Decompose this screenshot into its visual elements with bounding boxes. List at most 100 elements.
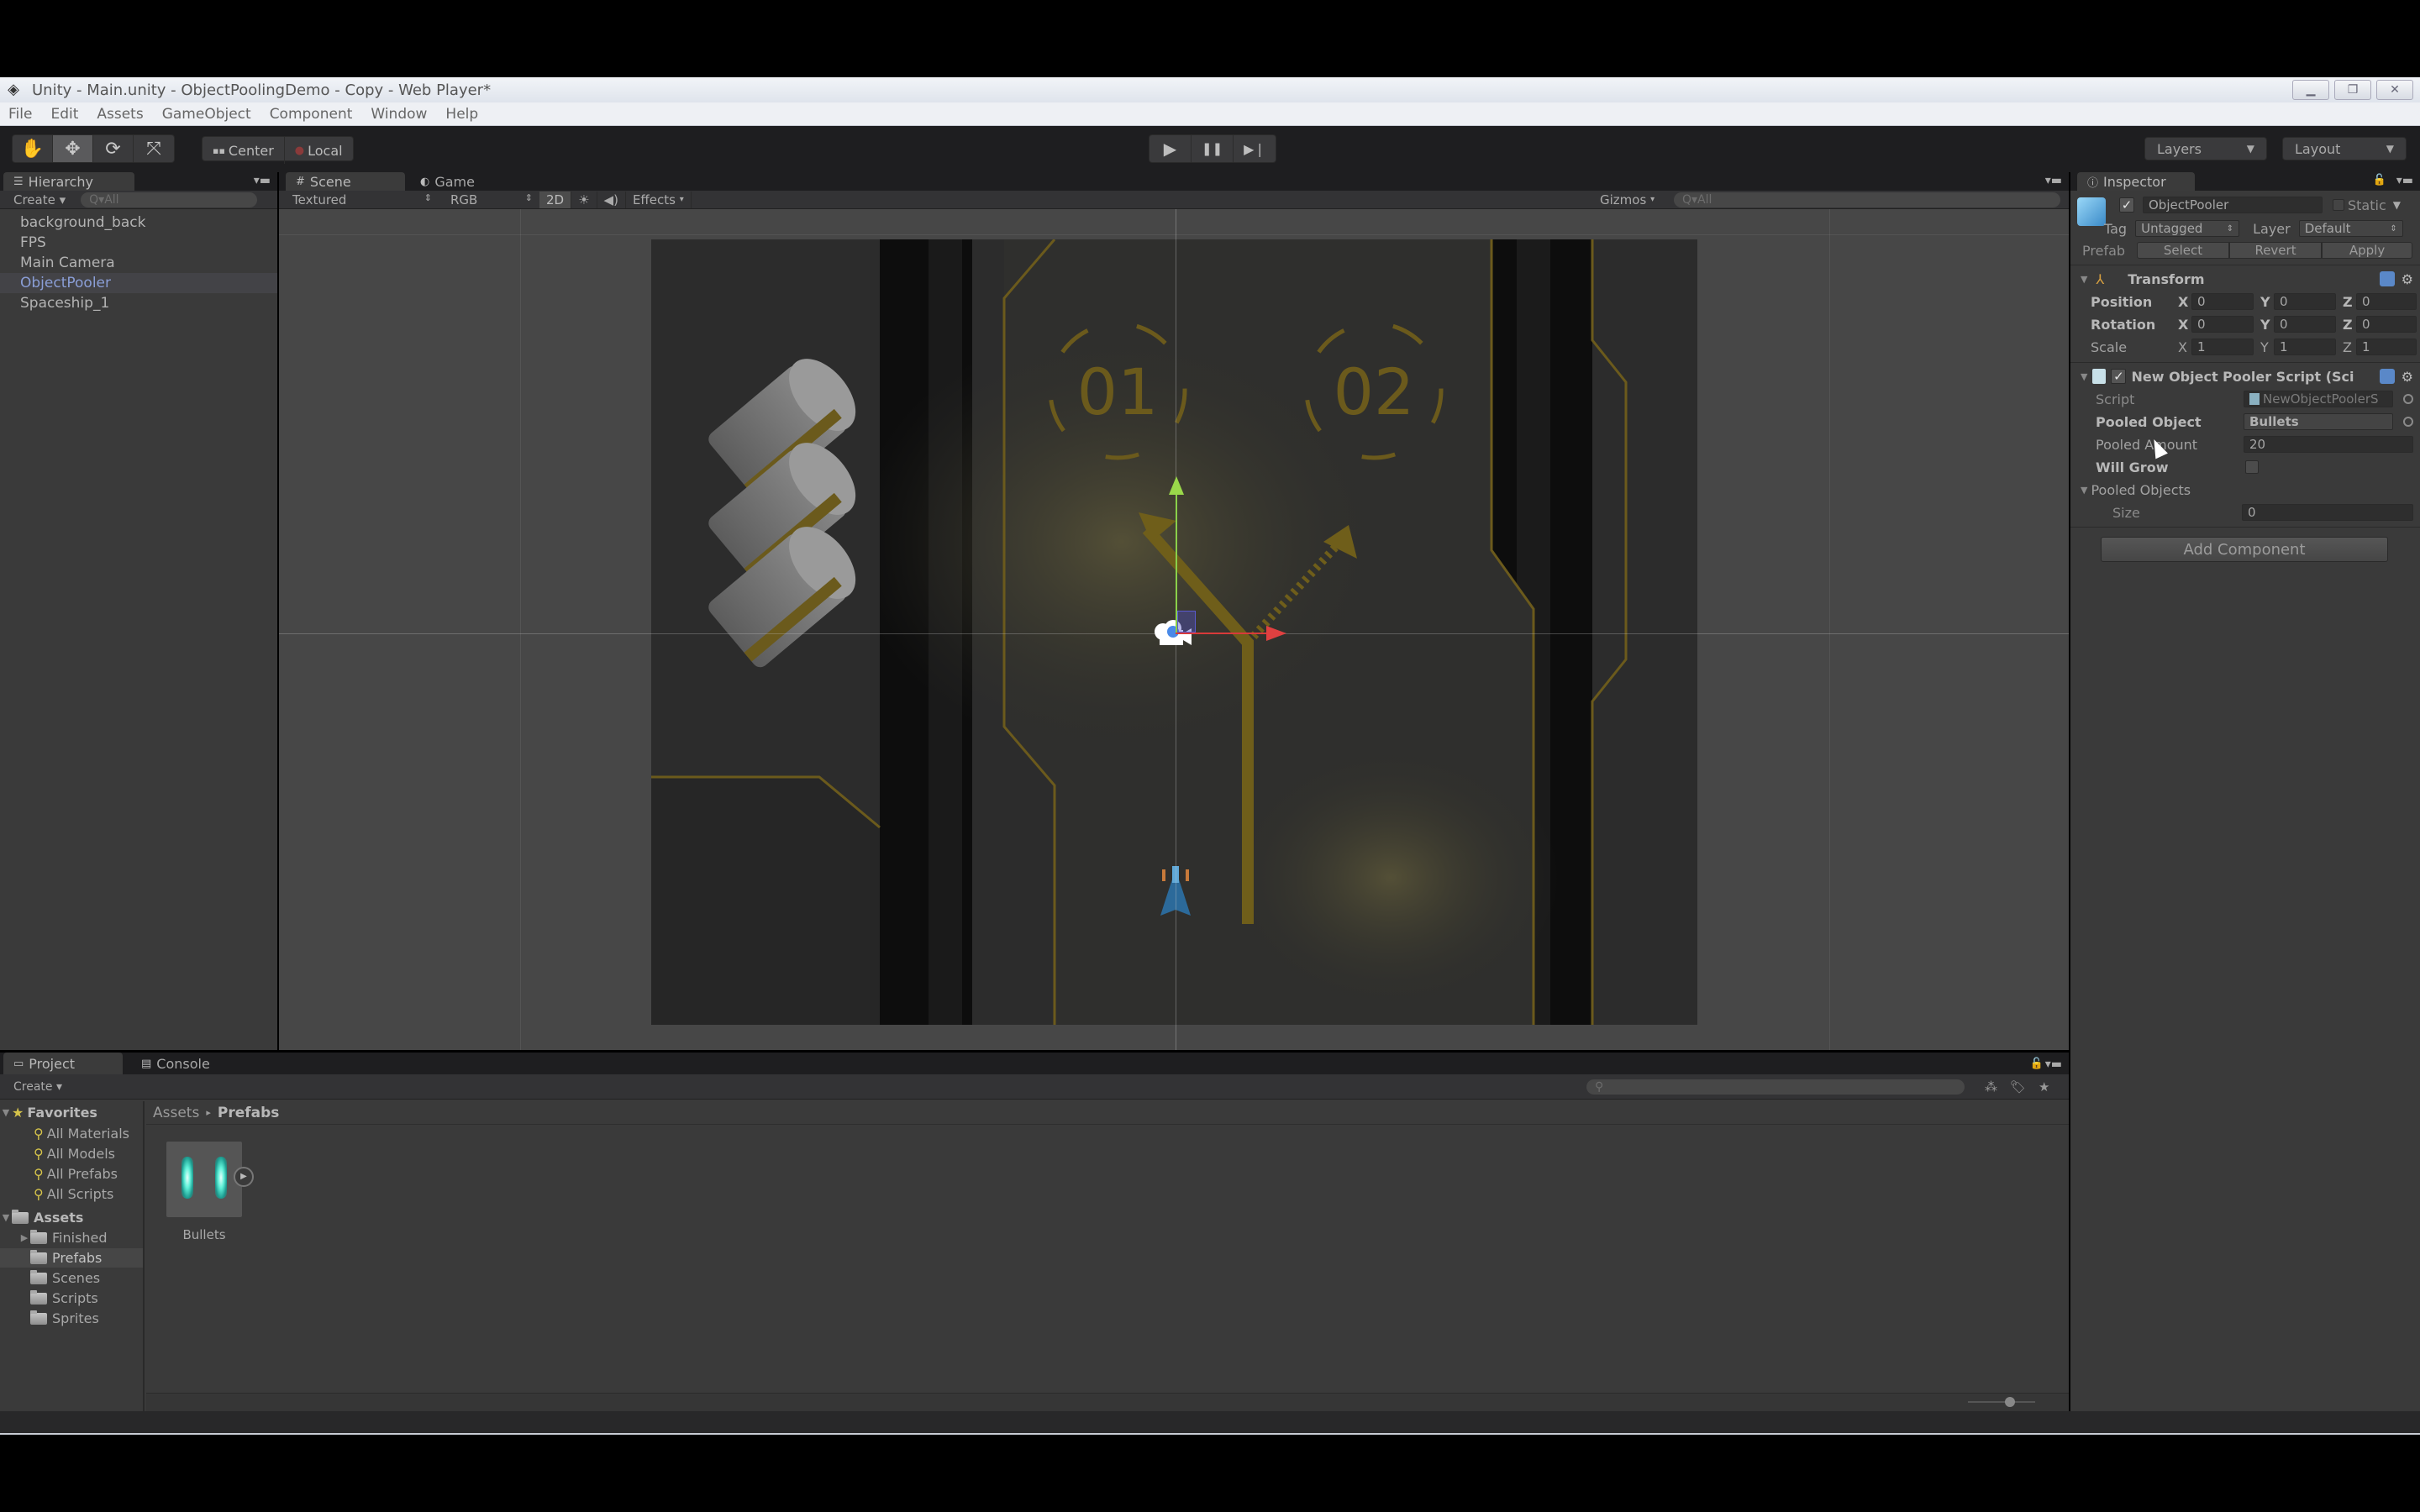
project-search-input[interactable]: ⚲ xyxy=(1586,1079,1965,1095)
add-component-button[interactable]: Add Component xyxy=(2101,537,2388,562)
transform-field-y[interactable]: 0 xyxy=(2274,316,2336,333)
foldout-triangle-icon[interactable]: ▼ xyxy=(0,1212,12,1223)
panel-menu-icon[interactable]: ▾▬ xyxy=(2045,1058,2062,1071)
menu-gameobject[interactable]: GameObject xyxy=(162,106,251,123)
hand-tool-button[interactable]: ✋ xyxy=(13,135,53,162)
menu-component[interactable]: Component xyxy=(270,106,353,123)
search-by-type-icon[interactable]: ⁂ xyxy=(1985,1079,1997,1095)
move-handle-x[interactable] xyxy=(1176,633,1268,634)
effects-dropdown[interactable]: Effects ▾ xyxy=(626,191,692,208)
transform-field-z[interactable]: 1 xyxy=(2356,339,2417,355)
foldout-triangle-icon[interactable]: ▶ xyxy=(18,1232,30,1243)
render-mode-dropdown[interactable]: Textured ⇕ xyxy=(279,192,439,207)
transform-field-x[interactable]: 0 xyxy=(2191,316,2254,333)
transform-header[interactable]: ▼ ⅄ Transform ⚙ xyxy=(2070,268,2420,290)
scale-tool-button[interactable]: ⤧ xyxy=(134,135,174,162)
script-enabled-checkbox[interactable]: ✓ xyxy=(2111,369,2127,384)
gizmos-dropdown[interactable]: Gizmos ▾ xyxy=(1600,192,1655,207)
hierarchy-item[interactable]: Main Camera xyxy=(0,253,277,273)
transform-field-z[interactable]: 0 xyxy=(2356,293,2417,310)
hierarchy-search-input[interactable]: Q▾All xyxy=(81,192,258,207)
layer-dropdown[interactable]: Default ⇕ xyxy=(2298,220,2403,237)
arrow-up-icon[interactable] xyxy=(1169,476,1184,495)
toggle-2d[interactable]: 2D xyxy=(539,191,572,208)
foldout-triangle-icon[interactable]: ▼ xyxy=(2081,274,2087,285)
minimize-button[interactable]: ▁ xyxy=(2292,80,2329,100)
tab-project[interactable]: ▭ Project xyxy=(3,1053,123,1074)
search-by-label-icon[interactable]: 🏷 xyxy=(2010,1079,2026,1095)
foldout-triangle-icon[interactable]: ▼ xyxy=(2081,371,2087,382)
move-handle-xy-plane[interactable] xyxy=(1177,611,1196,633)
panel-menu-icon[interactable]: ▾▬ xyxy=(2045,174,2062,187)
hierarchy-item[interactable]: Spaceship_1 xyxy=(0,293,277,313)
menu-window[interactable]: Window xyxy=(371,106,427,123)
hierarchy-create-button[interactable]: Create ▾ xyxy=(13,192,66,207)
lighting-toggle[interactable]: ☀ xyxy=(571,191,597,208)
breadcrumb-prefabs[interactable]: Prefabs xyxy=(218,1105,280,1121)
close-button[interactable]: ✕ xyxy=(2376,80,2413,100)
tag-dropdown[interactable]: Untagged ⇕ xyxy=(2135,220,2240,237)
favorite-item[interactable]: ⚲ All Prefabs xyxy=(0,1164,143,1184)
menu-help[interactable]: Help xyxy=(445,106,478,123)
layers-dropdown[interactable]: Layers ▼ xyxy=(2144,137,2267,160)
favorites-header[interactable]: ▼ ★ Favorites xyxy=(0,1103,143,1122)
transform-field-y[interactable]: 0 xyxy=(2274,293,2336,310)
tab-hierarchy[interactable]: ☰ Hierarchy xyxy=(3,172,134,191)
play-button[interactable]: ▶ xyxy=(1150,135,1192,162)
hierarchy-item-selected[interactable]: ObjectPooler xyxy=(0,273,277,293)
menu-edit[interactable]: Edit xyxy=(50,106,78,123)
step-button[interactable]: ▶❘ xyxy=(1234,135,1276,162)
tab-game[interactable]: ◐ Game xyxy=(410,172,511,191)
object-picker-icon[interactable] xyxy=(2403,394,2413,404)
will-grow-checkbox[interactable] xyxy=(2245,460,2259,474)
transform-field-y[interactable]: 1 xyxy=(2274,339,2336,355)
gear-icon[interactable]: ⚙ xyxy=(2402,271,2413,287)
active-checkbox[interactable]: ✓ xyxy=(2119,197,2134,213)
transform-field-x[interactable]: 1 xyxy=(2191,339,2254,355)
pooled-amount-field[interactable]: 20 xyxy=(2244,436,2413,453)
color-mode-dropdown[interactable]: RGB ⇕ xyxy=(439,192,539,207)
layout-dropdown[interactable]: Layout ▼ xyxy=(2282,137,2407,160)
pivot-center-toggle[interactable]: ▪▪ Center xyxy=(203,137,285,164)
pooled-objects-foldout[interactable]: ▼ Pooled Objects xyxy=(2070,479,2420,501)
lock-icon[interactable]: 🔓 xyxy=(2373,174,2386,186)
static-dropdown-icon[interactable]: ▼ xyxy=(2393,199,2401,211)
prefab-apply-button[interactable]: Apply xyxy=(2322,242,2413,259)
help-icon[interactable] xyxy=(2380,369,2395,384)
script-component-header[interactable]: ▼ ✓ New Object Pooler Script (Sci ⚙ xyxy=(2070,365,2420,387)
assets-header[interactable]: ▼ Assets xyxy=(0,1208,143,1227)
menu-file[interactable]: File xyxy=(8,106,32,123)
lock-icon[interactable]: 🔓 xyxy=(2030,1058,2044,1070)
arrow-right-icon[interactable] xyxy=(1266,626,1286,641)
folder-item[interactable]: Scripts xyxy=(0,1289,143,1308)
panel-menu-icon[interactable]: ▾▬ xyxy=(2396,174,2413,187)
favorite-item[interactable]: ⚲ All Materials xyxy=(0,1124,143,1143)
object-picker-icon[interactable] xyxy=(2403,417,2413,427)
audio-toggle[interactable]: ◀) xyxy=(597,191,626,208)
foldout-triangle-icon[interactable]: ▼ xyxy=(0,1107,12,1118)
scene-viewport[interactable]: 01 02 xyxy=(279,209,2069,1050)
favorite-item[interactable]: ⚲ All Scripts xyxy=(0,1184,143,1204)
prefab-select-button[interactable]: Select xyxy=(2137,242,2230,259)
icon-size-slider[interactable] xyxy=(1968,1397,2035,1407)
favorite-star-icon[interactable]: ★ xyxy=(2039,1079,2049,1095)
static-checkbox[interactable] xyxy=(2333,199,2344,211)
foldout-triangle-icon[interactable]: ▼ xyxy=(2081,485,2087,496)
folder-item[interactable]: ▶ Finished xyxy=(0,1228,143,1247)
pooled-object-field[interactable]: Bullets xyxy=(2244,413,2393,430)
size-field[interactable]: 0 xyxy=(2242,504,2413,521)
expand-prefab-icon[interactable]: ▶ xyxy=(234,1167,254,1187)
folder-item[interactable]: Prefabs xyxy=(0,1248,143,1268)
scene-search-input[interactable]: Q▾All xyxy=(1674,192,2060,207)
folder-item[interactable]: Scenes xyxy=(0,1268,143,1288)
breadcrumb-assets[interactable]: Assets xyxy=(153,1105,199,1121)
slider-knob[interactable] xyxy=(2005,1397,2015,1407)
move-tool-button[interactable]: ✥ xyxy=(53,135,93,162)
prefab-revert-button[interactable]: Revert xyxy=(2229,242,2323,259)
rotate-tool-button[interactable]: ⟳ xyxy=(93,135,134,162)
favorite-item[interactable]: ⚲ All Models xyxy=(0,1144,143,1163)
tab-scene[interactable]: # Scene xyxy=(286,172,405,191)
restore-button[interactable]: ❐ xyxy=(2334,80,2371,100)
tab-inspector[interactable]: ⓘ Inspector xyxy=(2077,172,2195,191)
pause-button[interactable]: ❚❚ xyxy=(1192,135,1234,162)
